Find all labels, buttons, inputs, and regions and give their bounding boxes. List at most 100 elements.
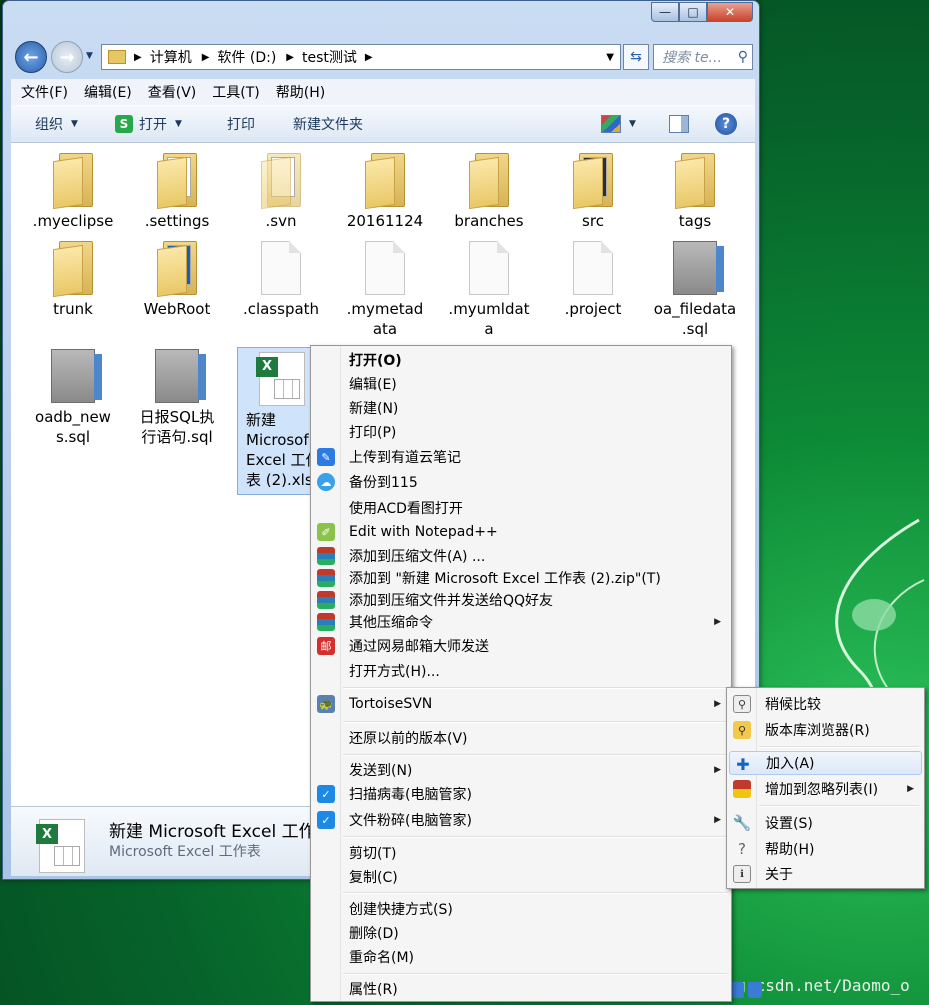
menu-item-delete[interactable]: 删除(D) [313,921,729,945]
menu-item-netease-mail[interactable]: 邮通过网易邮箱大师发送 [313,634,729,658]
menu-item-copy[interactable]: 复制(C) [313,865,729,889]
menu-item-notepad[interactable]: ✐ Edit with Notepad++ [313,520,729,544]
svn-item-add[interactable]: ✚ 加入(A) [729,751,922,775]
menu-separator [759,746,919,747]
file-item[interactable]: tags [647,153,743,231]
svn-item-help[interactable]: ? 帮助(H) [729,837,922,861]
menu-view[interactable]: 查看(V) [148,82,197,102]
organize-button[interactable]: 组织 ▼ [35,114,78,134]
file-item[interactable]: .mymetad ata [337,241,433,339]
file-item[interactable]: trunk [25,241,121,319]
sql-file-icon [155,349,206,403]
file-icon [261,241,301,295]
cloud-icon: ☁ [317,473,335,491]
svn-item-about[interactable]: ℹ 关于 [729,862,922,886]
file-item[interactable]: .svn [233,153,329,231]
about-icon: ℹ [733,865,751,883]
tray-icon[interactable] [748,982,762,998]
search-input[interactable]: 搜索 te... ⚲ [653,44,753,70]
svn-item-repo-browser[interactable]: ⚲ 版本库浏览器(R) [729,718,922,742]
folder-icon [53,241,93,298]
tray-icons[interactable] [730,982,762,998]
menu-item-other-compress[interactable]: 其他压缩命令 ▶ [313,610,729,634]
file-item[interactable]: 20161124 [337,153,433,231]
back-button[interactable]: ← [15,41,47,73]
menu-help[interactable]: 帮助(H) [276,82,325,102]
folder-icon [365,153,405,210]
file-item[interactable]: oa_filedata .sql [647,241,743,339]
context-menu: 打开(O) 编辑(E) 新建(N) 打印(P) ✎ 上传到有道云笔记 ☁ 备份到11… [310,345,732,1002]
menu-item-properties[interactable]: 属性(R) [313,977,729,1001]
menu-file[interactable]: 文件(F) [21,82,68,102]
preview-pane-button[interactable] [669,114,689,133]
magnifier-icon: ⚲ [733,695,751,713]
menu-item-open[interactable]: 打开(O) [313,348,729,372]
menu-item-create-shortcut[interactable]: 创建快捷方式(S) [313,897,729,921]
file-item[interactable]: WebRoot [129,241,225,319]
menu-item-restore[interactable]: 还原以前的版本(V) [313,726,729,750]
help-button[interactable]: ? [715,112,737,135]
menu-item-add-archive[interactable]: 添加到压缩文件(A) ... [313,544,729,568]
menu-tools[interactable]: 工具(T) [212,82,259,102]
menu-separator [343,754,727,755]
svn-item-ignore[interactable]: 增加到忽略列表(I) ▶ [729,777,922,801]
menu-separator [343,721,727,722]
menu-item-print[interactable]: 打印(P) [313,420,729,444]
shield-icon: ✓ [317,811,335,829]
file-item[interactable]: .classpath [233,241,329,319]
open-app-icon: S [115,114,133,133]
recent-pages-dropdown[interactable]: ▼ [86,51,93,61]
menu-item-backup115[interactable]: ☁ 备份到115 [313,470,729,494]
folder-icon [469,153,509,210]
menu-item-open-with[interactable]: 打开方式(H)... [313,659,729,683]
chevron-down-icon[interactable]: ▼ [606,52,614,63]
new-folder-button[interactable]: 新建文件夹 [293,114,363,134]
file-item[interactable]: .project [545,241,641,319]
preview-pane-icon [669,114,689,133]
svn-item-diff-later[interactable]: ⚲ 稍候比较 [729,692,922,716]
winrar-icon [317,547,335,565]
breadcrumb-item[interactable]: ▶ 软件 (D:) [202,47,277,67]
file-item[interactable]: .settings [129,153,225,231]
menu-item-rename[interactable]: 重命名(M) [313,945,729,969]
menu-item-youdao[interactable]: ✎ 上传到有道云笔记 [313,445,729,469]
svn-item-settings[interactable]: 🔧 设置(S) [729,811,922,835]
menu-item-edit[interactable]: 编辑(E) [313,372,729,396]
file-item[interactable]: branches [441,153,537,231]
menu-item-send-to[interactable]: 发送到(N) ▶ [313,758,729,782]
search-icon[interactable]: ⚲ [738,49,748,65]
forward-button[interactable]: → [51,41,83,73]
menu-item-tortoisesvn[interactable]: 🐢 TortoiseSVN ▶ [313,692,729,716]
minimize-button[interactable]: — [651,2,679,22]
tray-icon[interactable] [730,982,744,998]
menu-item-acd[interactable]: 使用ACD看图打开 [313,496,729,520]
refresh-button[interactable]: ⇆ [623,44,649,70]
excel-file-icon: X [36,819,85,873]
menu-item-shred[interactable]: ✓ 文件粉碎(电脑管家) ▶ [313,808,729,832]
menu-item-cut[interactable]: 剪切(T) [313,841,729,865]
menu-item-add-zip[interactable]: 添加到 "新建 Microsoft Excel 工作表 (2).zip"(T) [313,566,729,590]
submenu-arrow-icon: ▶ [714,815,721,825]
print-button[interactable]: 打印 [227,114,255,134]
menu-item-new[interactable]: 新建(N) [313,396,729,420]
menu-item-scan-virus[interactable]: ✓ 扫描病毒(电脑管家) [313,782,729,806]
command-bar: 组织 ▼ S 打开 ▼ 打印 新建文件夹 ▼ ? [11,105,755,143]
file-item[interactable]: .myeclipse [25,153,121,231]
question-icon: ? [738,840,746,858]
file-item[interactable]: oadb_new s.sql [25,349,121,447]
navigation-bar: ← → ▼ ▶ 计算机 ▶ 软件 (D:) ▶ test测试 ▶ ▼ ⇆ 搜索 te..… [11,37,755,77]
close-button[interactable]: ✕ [707,2,753,22]
breadcrumb-item[interactable]: ▶ 计算机 [134,47,192,67]
submenu-arrow-icon: ▶ [907,784,914,794]
maximize-button[interactable]: □ [679,2,707,22]
file-item[interactable]: .myumldat a [441,241,537,339]
file-item[interactable]: src [545,153,641,231]
file-item[interactable]: 日报SQL执 行语句.sql [129,349,225,447]
menu-item-add-send-qq[interactable]: 添加到压缩文件并发送给QQ好友 [313,588,729,612]
breadcrumb-item[interactable]: ▶ test测试 ▶ [286,47,380,67]
address-bar[interactable]: ▶ 计算机 ▶ 软件 (D:) ▶ test测试 ▶ ▼ [101,44,621,70]
details-file-type: Microsoft Excel 工作表 [109,844,261,860]
menu-edit[interactable]: 编辑(E) [84,82,132,102]
open-button[interactable]: S 打开 ▼ [115,114,182,134]
view-options-button[interactable]: ▼ [601,114,636,133]
